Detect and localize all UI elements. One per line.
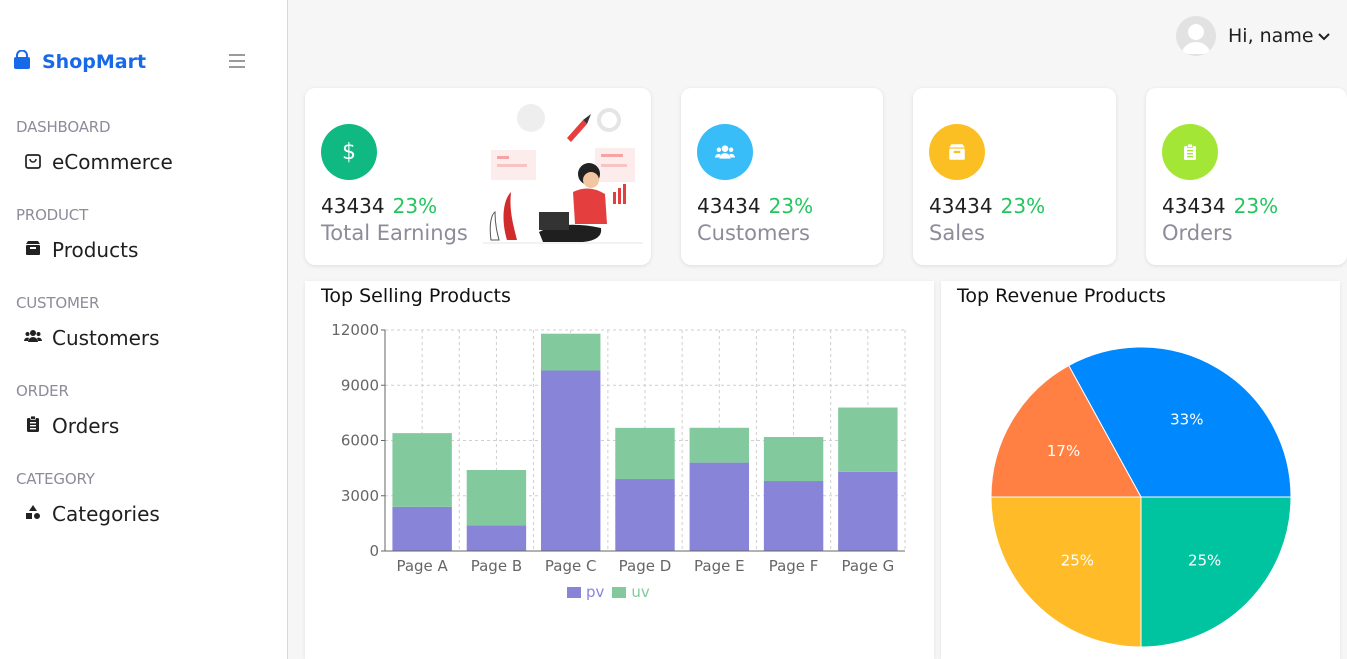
clipboard-icon — [1162, 124, 1218, 180]
stat-value: 43434 — [1162, 194, 1226, 218]
stat-change: 23% — [768, 194, 814, 218]
bar-pv[interactable] — [689, 462, 749, 551]
y-tick-label: 0 — [369, 542, 379, 560]
clipboard-icon — [24, 415, 42, 437]
bar-uv[interactable] — [689, 427, 749, 463]
x-tick-label: Page B — [471, 557, 522, 575]
x-tick-label: Page D — [619, 557, 672, 575]
shapes-icon — [24, 503, 42, 525]
sidebar-item-label: Orders — [52, 414, 120, 438]
x-tick-label: Page C — [545, 557, 597, 575]
stat-change: 23% — [1000, 194, 1046, 218]
sidebar-item-orders[interactable]: Orders — [24, 412, 119, 440]
bar-chart: 0 3000 6000 9000 12000 Page A Page B Page C Page… — [331, 321, 906, 575]
sidebar-item-categories[interactable]: Categories — [24, 500, 160, 528]
stat-label: Sales — [929, 221, 985, 245]
stat-value: 43434 — [697, 194, 761, 218]
x-tick-label: Page E — [694, 557, 745, 575]
y-tick-label: 12000 — [331, 321, 379, 339]
stat-label: Total Earnings — [321, 221, 468, 245]
box-icon — [24, 239, 42, 261]
sidebar-item-label: eCommerce — [52, 150, 173, 174]
x-tick-label: Page F — [769, 557, 819, 575]
section-label-product: PRODUCT — [16, 206, 89, 224]
pie-slice-label: 25% — [1061, 552, 1094, 570]
bar-uv[interactable] — [763, 437, 824, 482]
pie-slice-label: 25% — [1188, 552, 1221, 570]
x-tick-label: Page A — [396, 557, 448, 575]
pie-chart: 33% 17% 25% 25% — [990, 346, 1292, 648]
section-label-customer: CUSTOMER — [16, 294, 100, 312]
sidebar-item-label: Products — [52, 238, 139, 262]
chevron-down-icon — [1317, 27, 1330, 46]
stat-value: 43434 — [929, 194, 993, 218]
sidebar: ShopMart DASHBOARD eCommerce PRODUCT Pro… — [0, 0, 288, 659]
stat-change: 23% — [392, 194, 438, 218]
stat-value: 43434 — [321, 194, 385, 218]
dollar-icon: $ — [321, 124, 377, 180]
brand-name: ShopMart — [42, 51, 147, 73]
illustration-image — [483, 104, 643, 244]
greeting-text: Hi, name — [1228, 25, 1314, 47]
section-label-category: CATEGORY — [16, 470, 95, 488]
sidebar-item-products[interactable]: Products — [24, 236, 138, 264]
x-tick-label: Page G — [841, 557, 894, 575]
y-tick-label: 9000 — [341, 376, 379, 394]
stat-card-earnings: $ 43434 23% Total Earnings — [305, 88, 651, 265]
bar-uv[interactable] — [838, 407, 898, 472]
section-label-dashboard: DASHBOARD — [16, 118, 111, 136]
chart-legend: pv uv — [567, 583, 658, 601]
bar-uv[interactable] — [615, 427, 675, 480]
bar-pv[interactable] — [838, 471, 898, 551]
bar-uv[interactable] — [541, 333, 601, 371]
legend-label: pv — [586, 583, 605, 601]
stat-change: 23% — [1233, 194, 1279, 218]
stat-card-sales: 43434 23% Sales — [913, 88, 1116, 265]
sidebar-item-customers[interactable]: Customers — [24, 324, 160, 352]
stat-label: Customers — [697, 221, 810, 245]
sidebar-item-label: Categories — [52, 502, 160, 526]
bar-pv[interactable] — [392, 506, 452, 551]
bar-uv[interactable] — [392, 433, 452, 507]
shopping-bag-icon — [12, 49, 32, 74]
bar-pv[interactable] — [763, 481, 824, 551]
sidebar-item-label: Customers — [52, 326, 160, 350]
bag-icon — [24, 151, 42, 173]
legend-label: uv — [631, 583, 650, 601]
bar-pv[interactable] — [541, 370, 601, 551]
pie-slice-label: 33% — [1170, 411, 1203, 429]
section-label-order: ORDER — [16, 382, 69, 400]
bar-uv[interactable] — [466, 470, 527, 526]
y-tick-label: 3000 — [341, 487, 379, 505]
user-menu[interactable]: Hi, name — [1176, 16, 1330, 56]
legend-item-pv[interactable]: pv — [567, 583, 604, 601]
y-tick-label: 6000 — [341, 432, 379, 450]
menu-toggle-icon[interactable] — [229, 54, 245, 68]
stat-card-orders: 43434 23% Orders — [1146, 88, 1347, 265]
users-icon — [697, 124, 753, 180]
pie-slice-label: 17% — [1047, 442, 1080, 460]
bar-pv[interactable] — [466, 525, 527, 551]
brand[interactable]: ShopMart — [12, 48, 146, 76]
legend-item-uv[interactable]: uv — [612, 583, 650, 601]
top-selling-panel: Top Selling Products 0 3000 6000 9000 12000 P… — [305, 281, 934, 659]
pie-slice[interactable] — [1140, 496, 1292, 648]
bar-pv[interactable] — [615, 479, 675, 551]
avatar — [1176, 16, 1216, 56]
sidebar-item-ecommerce[interactable]: eCommerce — [24, 148, 173, 176]
stat-card-customers: 43434 23% Customers — [681, 88, 883, 265]
box-icon — [929, 124, 985, 180]
top-revenue-panel: Top Revenue Products 33% 17% 25% 25% — [941, 281, 1340, 659]
legend-swatch — [567, 586, 581, 598]
stat-label: Orders — [1162, 221, 1233, 245]
legend-swatch — [612, 586, 627, 598]
users-icon — [24, 327, 42, 349]
pie-slice[interactable] — [990, 496, 1142, 648]
